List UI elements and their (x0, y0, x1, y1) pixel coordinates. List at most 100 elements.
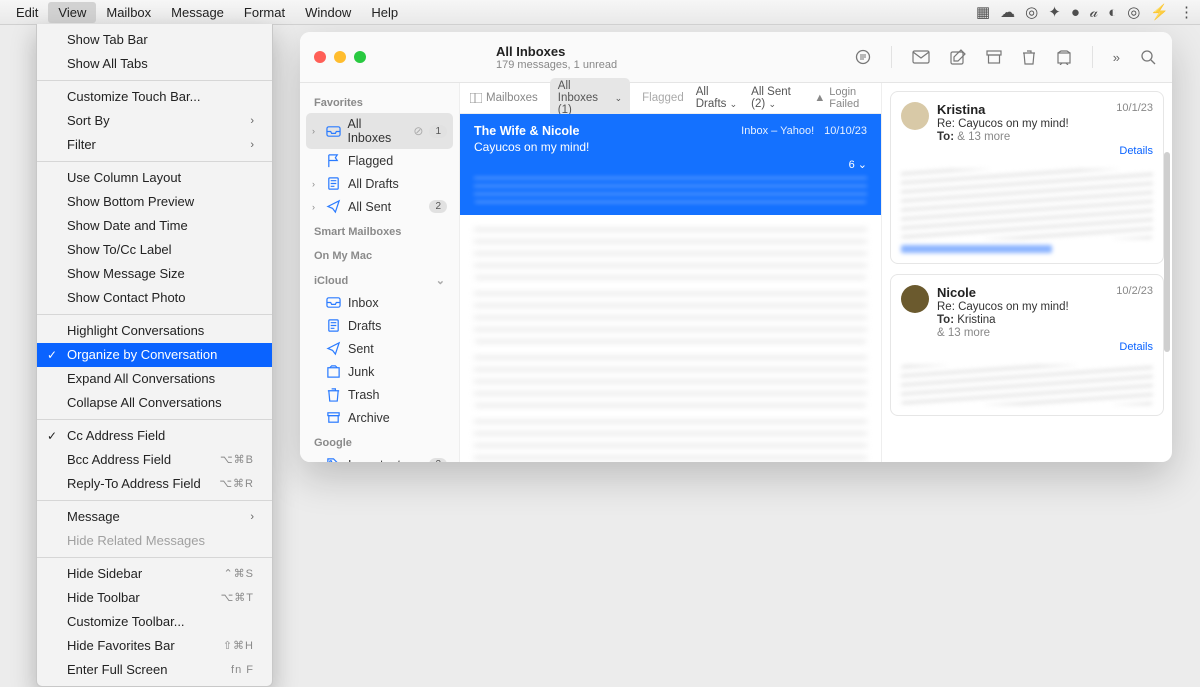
menu-item-bcc-address-field[interactable]: Bcc Address Field⌥⌘B (37, 448, 272, 472)
junk-icon[interactable] (1056, 49, 1072, 65)
conversation-card[interactable]: Kristina 10/1/23 Re: Cayucos on my mind!… (890, 91, 1164, 264)
details-link[interactable]: Details (901, 341, 1153, 353)
sidebar-item-sent[interactable]: Sent (306, 337, 453, 360)
card-subject: Re: Cayucos on my mind! (937, 301, 1153, 313)
sidebar-section-onmac: On My Mac (306, 242, 453, 266)
menu-item-hide-toolbar[interactable]: Hide Toolbar⌥⌘T (37, 586, 272, 610)
mailbox-sidebar: Favorites ›All Inboxes⊘1Flagged›All Draf… (300, 83, 460, 462)
menu-item-show-tab-bar[interactable]: Show Tab Bar (37, 28, 272, 52)
menu-item-organize-by-conversation[interactable]: ✓Organize by Conversation (37, 343, 272, 367)
menu-window[interactable]: Window (295, 2, 361, 23)
trash-icon[interactable] (1022, 49, 1036, 65)
sidebar-item-all-sent[interactable]: ›All Sent2 (306, 195, 453, 218)
menu-item-hide-sidebar[interactable]: Hide Sidebar⌃⌘S (37, 562, 272, 586)
tray-icon[interactable]: ✦ (1048, 3, 1061, 21)
sidebar-item-drafts[interactable]: Drafts (306, 314, 453, 337)
sidebar-item-all-drafts[interactable]: ›All Drafts (306, 172, 453, 195)
message-row-redacted[interactable] (474, 353, 867, 407)
doc-icon (326, 176, 342, 191)
menu-help[interactable]: Help (361, 2, 408, 23)
menu-item-show-contact-photo[interactable]: Show Contact Photo (37, 286, 272, 310)
menu-item-show-date-and-time[interactable]: Show Date and Time (37, 214, 272, 238)
tray-icon[interactable]: ⋮ (1179, 3, 1194, 21)
sidebar-item-archive[interactable]: Archive (306, 406, 453, 429)
login-failed-indicator[interactable]: ▲ Login Failed (814, 86, 871, 110)
tray-icon[interactable]: ◐ (1108, 4, 1117, 21)
close-window-button[interactable] (314, 51, 326, 63)
menu-item-show-all-tabs[interactable]: Show All Tabs (37, 52, 272, 76)
tray-icon[interactable]: ☁ (1000, 3, 1015, 21)
filter-drafts[interactable]: All Drafts ⌄ (696, 86, 739, 110)
sidebar-item-label: Trash (348, 388, 380, 402)
zoom-window-button[interactable] (354, 51, 366, 63)
overflow-icon[interactable]: » (1113, 50, 1120, 65)
menu-item-collapse-all-conversations[interactable]: Collapse All Conversations (37, 391, 272, 415)
sidebar-item-label: Important (348, 458, 401, 463)
thread-count[interactable]: 6 ⌄ (474, 158, 867, 171)
menu-item-customize-touch-bar[interactable]: Customize Touch Bar... (37, 85, 272, 109)
message-row-redacted[interactable] (474, 225, 867, 279)
send-icon (326, 341, 342, 356)
scrollbar[interactable] (1164, 152, 1170, 352)
window-title: All Inboxes (496, 44, 617, 59)
menu-edit[interactable]: Edit (6, 2, 48, 23)
menu-item-enter-full-screen[interactable]: Enter Full Screenfn F (37, 658, 272, 682)
menu-item-show-message-size[interactable]: Show Message Size (37, 262, 272, 286)
details-link[interactable]: Details (901, 145, 1153, 157)
tray-icon[interactable]: ⚡ (1150, 3, 1169, 21)
sidebar-section-icloud[interactable]: iCloud ⌄ (306, 266, 453, 291)
menu-item-hide-favorites-bar[interactable]: Hide Favorites Bar⇧⌘H (37, 634, 272, 658)
sidebar-item-trash[interactable]: Trash (306, 383, 453, 406)
menu-mailbox[interactable]: Mailbox (96, 2, 161, 23)
menu-item-sort-by[interactable]: Sort By› (37, 109, 272, 133)
menu-item-customize-toolbar[interactable]: Customize Toolbar... (37, 610, 272, 634)
search-icon[interactable] (1140, 49, 1156, 65)
filter-flagged[interactable]: Flagged (642, 92, 684, 104)
message-row-redacted[interactable] (474, 417, 867, 462)
sidebar-section-google[interactable]: Google (306, 429, 453, 453)
menu-separator (37, 80, 272, 81)
tray-icon[interactable]: ● (1071, 4, 1080, 21)
count-badge: 2 (429, 458, 447, 462)
mail-icon[interactable] (912, 50, 930, 64)
menu-separator (37, 314, 272, 315)
tray-icon[interactable]: ◎ (1025, 3, 1038, 21)
menu-item-reply-to-address-field[interactable]: Reply-To Address Field⌥⌘R (37, 472, 272, 496)
conversation-icon[interactable] (855, 49, 871, 65)
menu-item-message[interactable]: Message› (37, 505, 272, 529)
archive-icon (326, 410, 342, 425)
menu-item-highlight-conversations[interactable]: Highlight Conversations (37, 319, 272, 343)
menu-item-show-to-cc-label[interactable]: Show To/Cc Label (37, 238, 272, 262)
compose-icon[interactable] (950, 49, 966, 65)
message-row-redacted[interactable] (474, 289, 867, 343)
sidebar-item-important[interactable]: Important 2 (306, 453, 453, 462)
scope-pill[interactable]: All Inboxes (1)⌄ (550, 78, 630, 118)
view-menu-dropdown[interactable]: Show Tab BarShow All Tabs Customize Touch… (36, 24, 273, 687)
menu-item-show-bottom-preview[interactable]: Show Bottom Preview (37, 190, 272, 214)
message-list[interactable]: The Wife & Nicole Inbox – Yahoo! 10/10/2… (460, 114, 881, 462)
menubar-tray: ▦ ☁ ◎ ✦ ● 𝒶 ◐ ◎ ⚡ ⋮ (976, 3, 1194, 21)
menu-item-expand-all-conversations[interactable]: Expand All Conversations (37, 367, 272, 391)
message-subject: Cayucos on my mind! (474, 140, 867, 154)
sidebar-item-inbox[interactable]: Inbox (306, 291, 453, 314)
redacted-preview (474, 175, 867, 203)
tray-icon[interactable]: 𝒶 (1090, 4, 1098, 21)
tray-icon[interactable]: ▦ (976, 3, 990, 21)
menu-format[interactable]: Format (234, 2, 295, 23)
menu-message[interactable]: Message (161, 2, 234, 23)
tray-icon[interactable]: ◎ (1127, 3, 1140, 21)
menu-item-filter[interactable]: Filter› (37, 133, 272, 157)
message-row-selected[interactable]: The Wife & Nicole Inbox – Yahoo! 10/10/2… (460, 114, 881, 215)
filter-sent[interactable]: All Sent (2) ⌄ (751, 86, 802, 110)
menu-view[interactable]: View (48, 2, 96, 23)
minimize-window-button[interactable] (334, 51, 346, 63)
menu-separator (37, 557, 272, 558)
sidebar-item-all-inboxes[interactable]: ›All Inboxes⊘1 (306, 113, 453, 149)
menu-item-use-column-layout[interactable]: Use Column Layout (37, 166, 272, 190)
menu-item-cc-address-field[interactable]: ✓Cc Address Field (37, 424, 272, 448)
conversation-card[interactable]: Nicole 10/2/23 Re: Cayucos on my mind! T… (890, 274, 1164, 416)
sidebar-item-flagged[interactable]: Flagged (306, 149, 453, 172)
sidebar-item-junk[interactable]: Junk (306, 360, 453, 383)
mailboxes-toggle[interactable]: Mailboxes (470, 92, 538, 104)
archive-icon[interactable] (986, 49, 1002, 65)
